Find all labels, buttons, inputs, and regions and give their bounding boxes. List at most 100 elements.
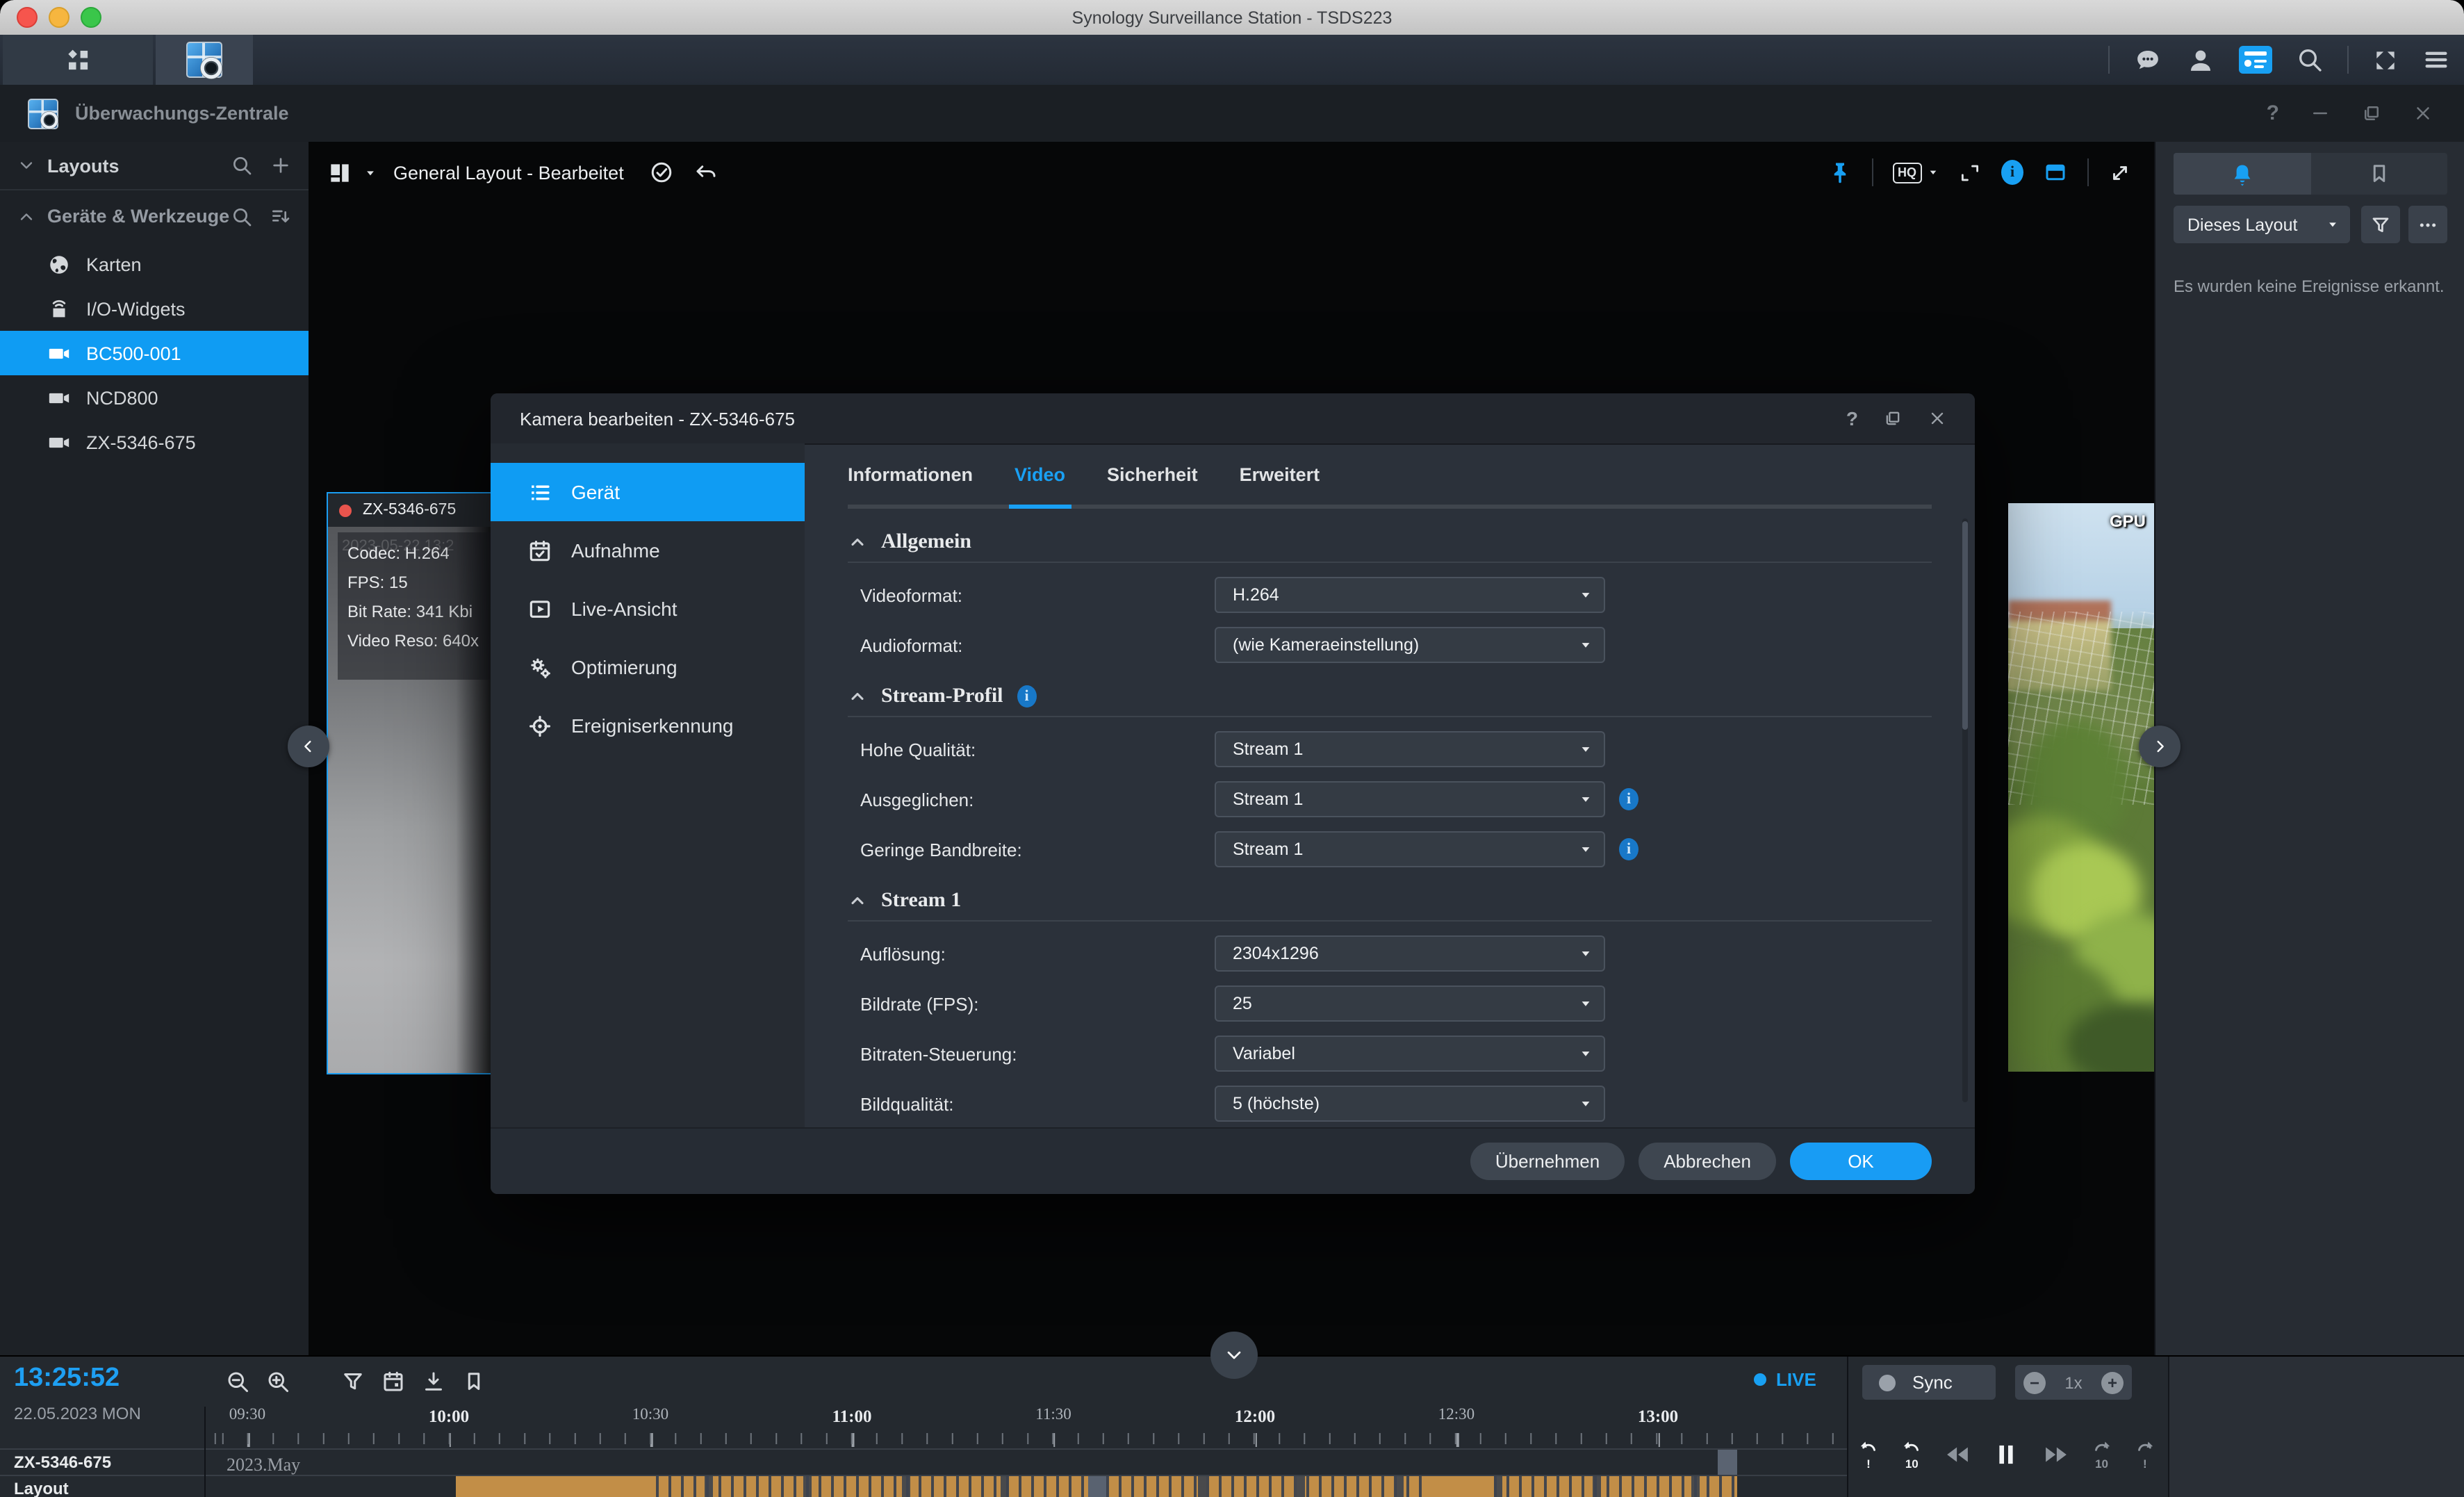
- edit-camera-dialog: Kamera bearbeiten - ZX-5346-675 ? Gerät …: [491, 393, 1975, 1194]
- minimize-icon[interactable]: [2310, 103, 2331, 124]
- sidebar-section-layouts[interactable]: Layouts: [0, 142, 309, 190]
- scrollbar-thumb[interactable]: [1962, 521, 1968, 730]
- sidebar-item-io-widgets[interactable]: I/O-Widgets: [0, 286, 309, 331]
- camera-tile-right[interactable]: GPU: [2008, 503, 2154, 1072]
- section-stream-1[interactable]: Stream 1: [848, 887, 1932, 915]
- sidebar-item-ncd800[interactable]: NCD800: [0, 375, 309, 420]
- sidebar-item-zx-5346-675[interactable]: ZX-5346-675: [0, 420, 309, 464]
- section-allgemein[interactable]: Allgemein: [848, 528, 1932, 556]
- tab-bookmarks[interactable]: [2310, 153, 2447, 195]
- undo-icon[interactable]: [693, 160, 718, 185]
- next-page-arrow-button[interactable]: [2139, 726, 2180, 767]
- search-icon[interactable]: [231, 205, 253, 227]
- event-more-button[interactable]: [2408, 206, 2447, 243]
- stream-info-icon[interactable]: i: [2001, 160, 2023, 185]
- ausgeglichen-dropdown[interactable]: Stream 1: [1215, 781, 1605, 817]
- bildrate-dropdown[interactable]: 25: [1215, 985, 1605, 1022]
- pin-icon[interactable]: [1827, 160, 1852, 185]
- info-icon[interactable]: i: [1017, 685, 1037, 707]
- section-stream-profil[interactable]: Stream-Profil i: [848, 682, 1932, 710]
- forward-10s-button[interactable]: 10: [2090, 1437, 2114, 1471]
- close-icon[interactable]: [2413, 103, 2433, 124]
- sidebar-section-devices[interactable]: Geräte & Werkzeuge: [0, 190, 309, 242]
- jump-prev-event-button[interactable]: !: [1857, 1437, 1880, 1471]
- previous-page-arrow-button[interactable]: [288, 726, 329, 767]
- surveillance-station-tab[interactable]: [156, 35, 253, 85]
- chat-icon[interactable]: [2133, 45, 2162, 74]
- timeline-ruler[interactable]: 09:30 10:00 10:30 11:00 11:30 12:00 12:3…: [204, 1357, 1847, 1448]
- bitraten-steuerung-dropdown[interactable]: Variabel: [1215, 1036, 1605, 1072]
- tab-erweitert[interactable]: Erweitert: [1240, 443, 1320, 505]
- fast-forward-button[interactable]: [2041, 1439, 2070, 1469]
- live-dot-icon: [1754, 1373, 1766, 1386]
- help-icon[interactable]: ?: [2267, 101, 2279, 125]
- apply-button[interactable]: Übernehmen: [1470, 1143, 1625, 1180]
- save-layout-icon[interactable]: [649, 160, 674, 185]
- sync-toggle-button[interactable]: Sync: [1862, 1365, 1996, 1400]
- field-label: Auflösung:: [848, 943, 1215, 964]
- search-icon[interactable]: [231, 154, 253, 177]
- event-filter-button[interactable]: [2361, 206, 2400, 243]
- dialog-help-icon[interactable]: ?: [1846, 407, 1858, 430]
- ok-button[interactable]: OK: [1790, 1143, 1932, 1180]
- geringe-bandbreite-dropdown[interactable]: Stream 1: [1215, 831, 1605, 867]
- cancel-button[interactable]: Abbrechen: [1638, 1143, 1776, 1180]
- search-icon[interactable]: [2296, 46, 2324, 74]
- dropdown-value: H.264: [1233, 585, 1279, 605]
- divider: [204, 1407, 206, 1497]
- notification-center-icon[interactable]: [2239, 46, 2272, 74]
- hamburger-menu-icon[interactable]: [2422, 46, 2450, 74]
- jump-next-event-button[interactable]: !: [2133, 1437, 2157, 1471]
- field-label: Geringe Bandbreite:: [848, 839, 1215, 860]
- aufloesung-dropdown[interactable]: 2304x1296: [1215, 935, 1605, 972]
- layout-dropdown-caret-icon[interactable]: [364, 166, 377, 179]
- tab-notifications[interactable]: [2174, 153, 2310, 195]
- audioformat-dropdown[interactable]: (wie Kameraeinstellung): [1215, 627, 1605, 663]
- sort-icon[interactable]: [270, 205, 292, 227]
- hohe-qualitaet-dropdown[interactable]: Stream 1: [1215, 731, 1605, 767]
- tab-video[interactable]: Video: [1015, 443, 1065, 505]
- menu-item-live-ansicht[interactable]: Live-Ansicht: [491, 580, 805, 638]
- macos-close-button[interactable]: [17, 7, 38, 28]
- rewind-10s-button[interactable]: 10: [1900, 1437, 1923, 1471]
- menu-item-optimierung[interactable]: Optimierung: [491, 638, 805, 696]
- tick-label: 10:30: [632, 1407, 668, 1423]
- pause-button[interactable]: [1992, 1439, 2021, 1469]
- live-indicator[interactable]: LIVE: [1754, 1369, 1816, 1390]
- dialog-maximize-icon[interactable]: [1883, 409, 1903, 428]
- add-layout-icon[interactable]: [270, 154, 292, 177]
- info-icon[interactable]: i: [1619, 788, 1638, 810]
- recording-segment[interactable]: [1718, 1450, 1737, 1475]
- sidebar-item-karten[interactable]: Karten: [0, 242, 309, 286]
- tab-sicherheit[interactable]: Sicherheit: [1107, 443, 1198, 505]
- expand-diagonal-icon[interactable]: [2108, 161, 2132, 184]
- maximize-icon[interactable]: [2361, 103, 2382, 124]
- info-icon[interactable]: i: [1619, 838, 1638, 860]
- videoformat-dropdown[interactable]: H.264: [1215, 577, 1605, 613]
- rewind-button[interactable]: [1944, 1439, 1973, 1469]
- tab-informationen[interactable]: Informationen: [848, 443, 973, 505]
- fullscreen-icon[interactable]: [2372, 47, 2399, 73]
- stream-quality-dropdown[interactable]: HQ: [1892, 162, 1939, 183]
- user-icon[interactable]: [2186, 45, 2215, 74]
- panel-toggle-icon[interactable]: [2043, 160, 2068, 185]
- main-menu-tab[interactable]: [3, 35, 153, 85]
- bildqualitaet-dropdown[interactable]: 5 (höchste): [1215, 1086, 1605, 1122]
- snapshot-crop-icon[interactable]: [1958, 161, 1982, 184]
- menu-item-geraet[interactable]: Gerät: [491, 463, 805, 521]
- event-scope-dropdown[interactable]: Dieses Layout: [2174, 206, 2350, 243]
- menu-item-aufnahme[interactable]: Aufnahme: [491, 521, 805, 580]
- caret-down-icon: [1579, 947, 1593, 960]
- menu-item-ereigniserkennung[interactable]: Ereigniserkennung: [491, 696, 805, 755]
- dialog-close-icon[interactable]: [1928, 409, 1947, 428]
- speed-decrease-button[interactable]: −: [2023, 1371, 2046, 1393]
- timeline-collapse-button[interactable]: [1210, 1332, 1258, 1379]
- layout-grid-icon[interactable]: [327, 159, 353, 186]
- speed-increase-button[interactable]: +: [2101, 1371, 2124, 1393]
- dialog-scrollbar[interactable]: [1962, 518, 1968, 1102]
- macos-zoom-button[interactable]: [81, 7, 101, 28]
- camera-tile-zx-5346-675[interactable]: ZX-5346-675 2023-05-22 13:2 Codec: H.264…: [327, 492, 493, 1074]
- macos-minimize-button[interactable]: [49, 7, 69, 28]
- sidebar-item-bc500-001[interactable]: BC500-001: [0, 331, 309, 375]
- layout-recording-bar[interactable]: [456, 1476, 1737, 1497]
